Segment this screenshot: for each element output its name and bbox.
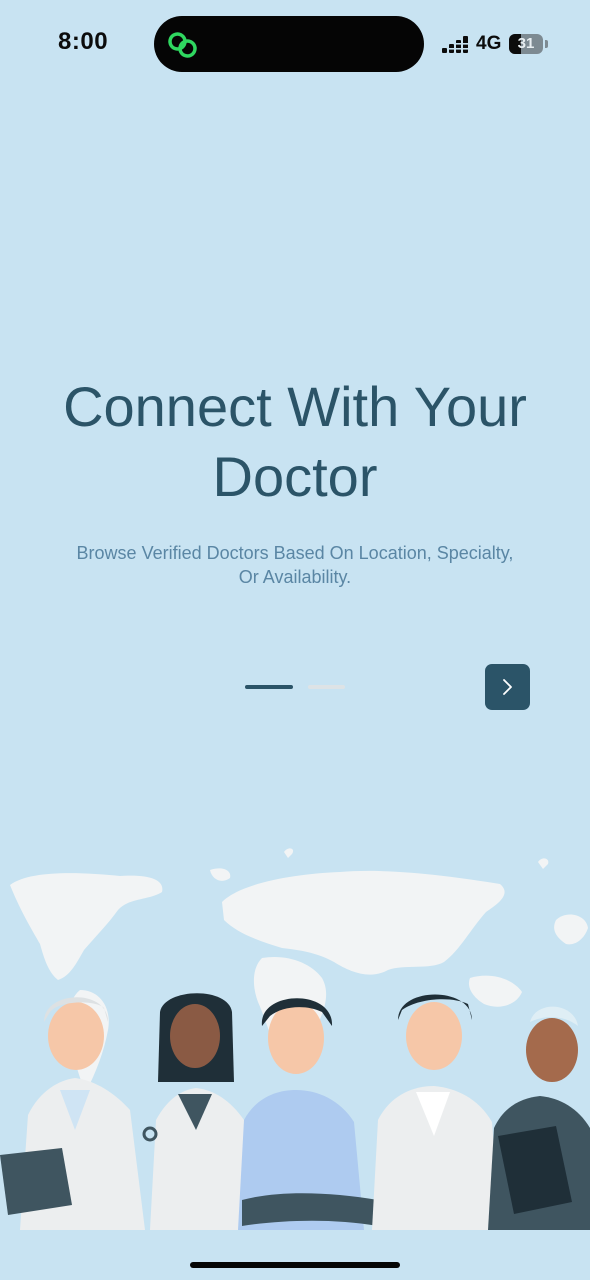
doctor-figure	[238, 998, 378, 1230]
status-bar: 8:00 4G 31	[0, 0, 590, 90]
doctor-figure	[142, 993, 248, 1230]
dynamic-island	[154, 16, 424, 72]
battery-level: 31	[517, 35, 535, 52]
battery-icon: 31	[509, 34, 543, 54]
doctors-illustration	[0, 848, 590, 1230]
doctor-figure	[488, 1006, 590, 1230]
network-label: 4G	[476, 33, 502, 54]
page-title-line-2: Doctor	[212, 445, 378, 508]
battery-nub	[545, 40, 548, 48]
page-dot-active	[245, 685, 293, 689]
clock: 8:00	[58, 28, 109, 55]
home-indicator[interactable]	[190, 1262, 400, 1268]
next-button[interactable]	[485, 664, 530, 710]
link-icon	[168, 32, 197, 58]
page-indicator	[245, 685, 355, 689]
page-title: Connect With Your Doctor	[0, 372, 590, 512]
doctor-figure	[0, 997, 145, 1230]
chevron-right-icon	[503, 679, 512, 695]
page-title-line-1: Connect With Your	[63, 375, 527, 438]
page-subtitle: Browse Verified Doctors Based On Locatio…	[76, 543, 514, 587]
page-dot-inactive	[308, 685, 345, 689]
doctor-figure	[372, 994, 500, 1230]
signal-icon	[442, 36, 468, 53]
